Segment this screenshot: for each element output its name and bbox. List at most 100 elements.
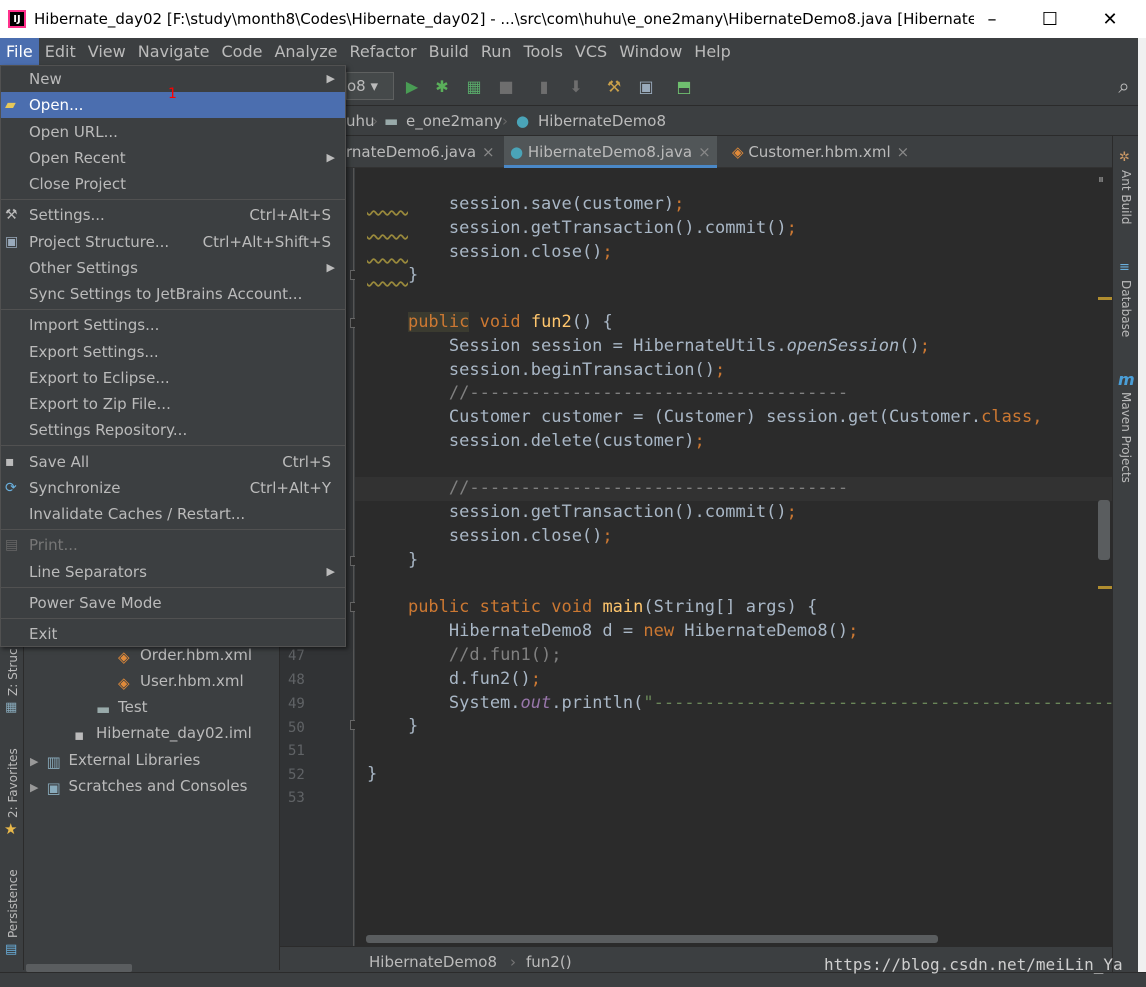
breadcrumb-package-huhu[interactable]: uhu: [346, 106, 375, 136]
sync-icon: ⟳: [5, 480, 17, 496]
menu-item-other-settings[interactable]: Other Settings ▶: [1, 255, 345, 281]
submenu-arrow-icon: ▶: [326, 261, 335, 274]
menu-item-open-url[interactable]: Open URL...: [1, 119, 345, 145]
library-icon: ▥: [46, 753, 61, 771]
menu-item-line-separators[interactable]: Line Separators ▶: [1, 559, 345, 585]
tab-hibernatedemo8[interactable]: ● HibernateDemo8.java ×: [504, 136, 717, 168]
red-annotation-mark: 1: [168, 86, 177, 102]
menu-help[interactable]: Help: [688, 38, 736, 65]
menu-vcs[interactable]: VCS: [569, 38, 613, 65]
submenu-arrow-icon: ▶: [326, 565, 335, 578]
menu-item-export-eclipse[interactable]: Export to Eclipse...: [1, 365, 345, 391]
code-line: //d.fun1();: [448, 645, 562, 665]
code-editor[interactable]: session.save(customer); session.getTrans…: [355, 168, 1112, 946]
close-icon[interactable]: ×: [482, 143, 495, 161]
tool-window-database[interactable]: Database: [1119, 280, 1133, 337]
status-crumb-class[interactable]: HibernateDemo8: [369, 953, 497, 971]
class-icon: ●: [516, 112, 530, 130]
code-line: session.save(customer);: [407, 194, 685, 214]
tree-item-iml[interactable]: ▪ Hibernate_day02.iml: [74, 720, 252, 746]
expand-arrow-icon[interactable]: ▶: [30, 781, 38, 794]
breadcrumb-package-e-one2many[interactable]: e_one2many: [406, 106, 502, 136]
menu-item-exit[interactable]: Exit: [1, 621, 345, 647]
run-icon[interactable]: ▶: [400, 74, 424, 98]
editor-horizontal-scrollbar[interactable]: [366, 935, 938, 943]
close-icon[interactable]: ×: [698, 143, 711, 161]
stop-icon[interactable]: ■: [494, 74, 518, 98]
menu-view[interactable]: View: [82, 38, 132, 65]
tab-customer-hbm-xml[interactable]: ◈ Customer.hbm.xml ×: [726, 136, 915, 168]
settings-wrench-icon[interactable]: ⚒: [602, 74, 626, 98]
menu-item-settings[interactable]: ⚒ Settings... Ctrl+Alt+S: [1, 202, 345, 228]
menu-refactor[interactable]: Refactor: [344, 38, 423, 65]
tree-item-test[interactable]: ▬ Test: [96, 694, 148, 720]
breadcrumb-separator-icon: ›: [510, 953, 516, 971]
tool-window-maven-projects[interactable]: Maven Projects: [1119, 392, 1133, 483]
tool-window-favorites[interactable]: 2: Favorites: [6, 748, 20, 818]
folder-icon: ▬: [384, 112, 399, 130]
tree-item-scratches[interactable]: ▶ ▣ Scratches and Consoles: [30, 773, 247, 799]
close-icon[interactable]: ×: [897, 143, 910, 161]
menu-item-project-structure[interactable]: ▣ Project Structure... Ctrl+Alt+Shift+S: [1, 229, 345, 255]
debug-icon[interactable]: ✱: [430, 74, 454, 98]
tool-window-structure[interactable]: Z: Struc: [6, 648, 20, 696]
menu-code[interactable]: Code: [216, 38, 269, 65]
warning-stripe-marker[interactable]: [1098, 297, 1112, 300]
menu-run[interactable]: Run: [475, 38, 518, 65]
menu-file[interactable]: File: [0, 38, 39, 65]
save-icon: ▪: [5, 454, 15, 470]
close-window-button[interactable]: ✕: [1081, 0, 1139, 38]
submenu-arrow-icon: ▶: [326, 151, 335, 164]
line-number: 51: [288, 743, 305, 759]
code-line: public static void main(String[] args) {: [407, 597, 818, 617]
menu-item-sync-settings[interactable]: Sync Settings to JetBrains Account...: [1, 281, 345, 307]
tab-hibernatedemo6[interactable]: rnateDemo6.java ×: [340, 136, 501, 168]
menu-window[interactable]: Window: [613, 38, 688, 65]
menu-build[interactable]: Build: [423, 38, 475, 65]
editor-split-icon[interactable]: ⏸: [1098, 172, 1104, 187]
menu-item-close-project[interactable]: Close Project: [1, 171, 345, 197]
coverage-icon[interactable]: ▦: [462, 74, 486, 98]
code-line: session.beginTransaction();: [367, 360, 726, 380]
maximize-button[interactable]: ☐: [1021, 0, 1079, 38]
right-tool-strip: ✲ Ant Build ≡ Database m Maven Projects: [1112, 136, 1138, 972]
status-crumb-method[interactable]: fun2(): [526, 953, 572, 971]
code-line: session.delete(customer);: [367, 431, 705, 451]
vcs-commit-icon[interactable]: ⬇: [564, 74, 588, 98]
class-icon: ●: [510, 143, 524, 161]
menu-item-open-recent[interactable]: Open Recent ▶: [1, 145, 345, 171]
tree-item-external-libraries[interactable]: ▶ ▥ External Libraries: [30, 747, 200, 773]
expand-arrow-icon[interactable]: ▶: [30, 755, 38, 768]
warning-stripe-marker[interactable]: [1098, 586, 1112, 589]
menu-item-export-zip[interactable]: Export to Zip File...: [1, 391, 345, 417]
menu-tools[interactable]: Tools: [518, 38, 569, 65]
menu-item-import-settings[interactable]: Import Settings...: [1, 312, 345, 338]
menu-navigate[interactable]: Navigate: [132, 38, 216, 65]
tree-item-label: Scratches and Consoles: [68, 777, 248, 795]
menu-item-power-save-mode[interactable]: Power Save Mode: [1, 590, 345, 616]
menu-analyze[interactable]: Analyze: [268, 38, 343, 65]
breadcrumb-class-hibernatedemo8[interactable]: HibernateDemo8: [538, 106, 666, 136]
search-icon[interactable]: ⌕: [1112, 74, 1136, 98]
code-line: d.fun2();: [367, 669, 542, 689]
menu-item-export-settings[interactable]: Export Settings...: [1, 339, 345, 365]
menu-item-synchronize[interactable]: ⟳ Synchronize Ctrl+Alt+Y: [1, 475, 345, 501]
code-line: Customer customer = (Customer) session.g…: [367, 407, 1043, 427]
vcs-update-icon[interactable]: ▮: [532, 74, 556, 98]
tool-window-persistence[interactable]: Persistence: [6, 869, 20, 938]
project-tree: ◈ Order.hbm.xml ◈ User.hbm.xml ▬ Test ▪ Hibe…: [24, 600, 280, 970]
project-structure-icon[interactable]: ▣: [634, 74, 658, 98]
maven-icon: m: [1118, 370, 1135, 389]
menu-separator: [1, 309, 345, 310]
menu-item-save-all[interactable]: ▪ Save All Ctrl+S: [1, 449, 345, 475]
menu-item-invalidate-caches[interactable]: Invalidate Caches / Restart...: [1, 501, 345, 527]
minimize-button[interactable]: –: [963, 0, 1021, 38]
tree-item-user-hbm-xml[interactable]: ◈ User.hbm.xml: [118, 668, 244, 694]
tool-window-ant-build[interactable]: Ant Build: [1119, 170, 1133, 224]
sdk-manager-icon[interactable]: ⬒: [672, 74, 696, 98]
tree-horizontal-scrollbar[interactable]: [26, 964, 132, 972]
run-configuration-select[interactable]: o8 ▾: [346, 72, 394, 100]
editor-vertical-scrollbar[interactable]: [1098, 500, 1110, 560]
menu-edit[interactable]: Edit: [39, 38, 82, 65]
menu-item-settings-repository[interactable]: Settings Repository...: [1, 417, 345, 443]
